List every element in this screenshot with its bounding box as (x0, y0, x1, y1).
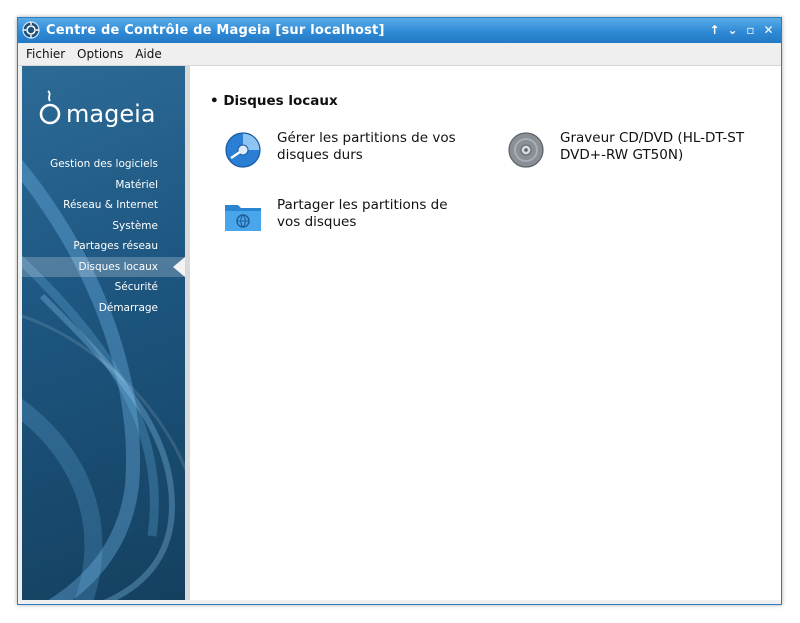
cd-dvd-icon (508, 132, 544, 168)
menu-bar: Fichier Options Aide (18, 43, 781, 66)
disk-partition-icon (225, 132, 261, 168)
close-button[interactable]: ✕ (762, 22, 775, 38)
tool-share-partitions[interactable]: Partager les partitions de vos disques (223, 197, 467, 237)
sidebar-item-securite[interactable]: Sécurité (22, 277, 185, 298)
keep-above-button[interactable]: ↑ (708, 22, 721, 38)
main-window: Centre de Contrôle de Mageia [sur localh… (17, 17, 782, 605)
category-sidebar: mageia Gestion des logiciels Matériel Ré… (22, 66, 185, 601)
sidebar-item-gestion-logiciels[interactable]: Gestion des logiciels (22, 154, 185, 175)
sidebar-item-label: Disques locaux (78, 260, 158, 273)
app-icon (22, 21, 40, 39)
active-indicator (173, 256, 185, 277)
tool-panel: • Disques locaux Gérer les partitions de… (190, 66, 781, 601)
category-list: Gestion des logiciels Matériel Réseau & … (22, 154, 185, 318)
maximize-button[interactable]: ▫ (744, 22, 757, 38)
tool-label: Graveur CD/DVD (HL-DT-ST DVD+-RW GT50N) (560, 130, 745, 163)
tool-label: Partager les partitions de vos disques (277, 197, 448, 230)
window-bottom-border (18, 600, 781, 604)
sidebar-item-partages-reseau[interactable]: Partages réseau (22, 236, 185, 257)
sidebar-background-swoosh (22, 159, 185, 601)
menu-aide[interactable]: Aide (131, 43, 166, 61)
section-title: • Disques locaux (210, 93, 338, 109)
mageia-logo: mageia (39, 90, 155, 128)
menu-fichier[interactable]: Fichier (18, 43, 69, 61)
sidebar-item-systeme[interactable]: Système (22, 216, 185, 237)
sidebar-item-reseau-internet[interactable]: Réseau & Internet (22, 195, 185, 216)
svg-text:mageia: mageia (66, 100, 155, 128)
shared-folder-icon (225, 205, 261, 231)
tool-cd-dvd-burner[interactable]: Graveur CD/DVD (HL-DT-ST DVD+-RW GT50N) (506, 130, 750, 170)
tool-manage-partitions[interactable]: Gérer les partitions de vos disques durs (223, 130, 467, 170)
tool-label: Gérer les partitions de vos disques durs (277, 130, 456, 163)
sidebar-item-disques-locaux[interactable]: Disques locaux (22, 256, 185, 277)
sidebar-item-materiel[interactable]: Matériel (22, 175, 185, 196)
minimize-button[interactable]: ⌄ (726, 22, 739, 38)
window-title: Centre de Contrôle de Mageia [sur localh… (46, 23, 385, 38)
title-bar[interactable]: Centre de Contrôle de Mageia [sur localh… (18, 18, 781, 43)
sidebar-item-demarrage[interactable]: Démarrage (22, 298, 185, 319)
menu-options[interactable]: Options (73, 43, 127, 61)
